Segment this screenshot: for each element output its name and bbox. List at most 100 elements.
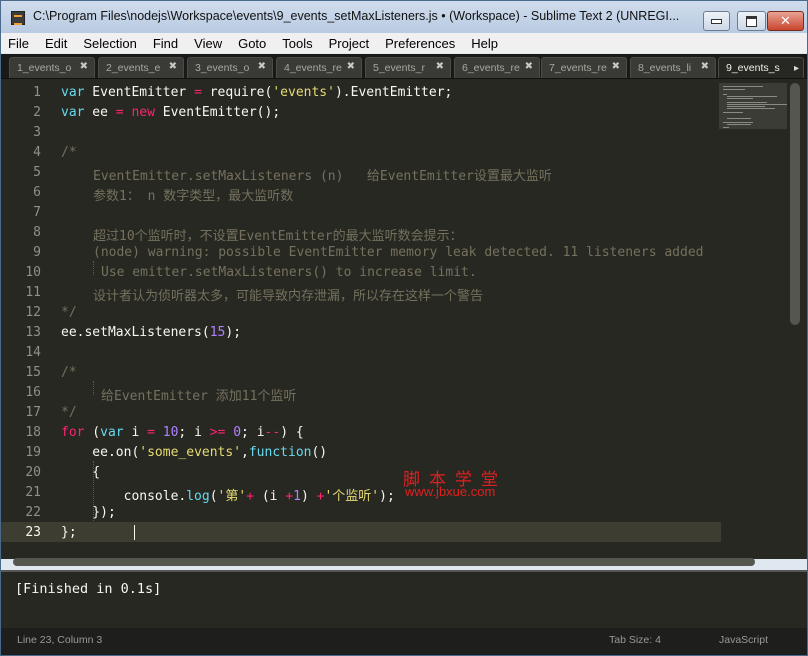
line-number: 10: [25, 265, 41, 280]
tab-size-selector[interactable]: Tab Size: 4: [609, 634, 661, 646]
line-number: 2: [33, 105, 41, 120]
line-number: 5: [33, 165, 41, 180]
line-number: 17: [25, 405, 41, 420]
horizontal-scrollbar[interactable]: [13, 558, 755, 566]
build-output-text: [Finished in 0.1s]: [15, 581, 162, 597]
tab-close-icon[interactable]: ✖: [347, 61, 355, 72]
minimap-line: [727, 102, 767, 103]
code-line-13: ee.setMaxListeners(15);: [61, 325, 242, 340]
line-number: 6: [33, 185, 41, 200]
line-number: 13: [25, 325, 41, 340]
comment-line-10: Use emitter.setMaxListeners() to increas…: [101, 265, 477, 280]
line-number: 8: [33, 225, 41, 240]
tab-4-events-re[interactable]: 4_events_re ✖: [276, 57, 362, 78]
minimap-line: [723, 86, 763, 87]
menu-help[interactable]: Help: [461, 36, 504, 51]
tab-close-icon[interactable]: ✖: [525, 61, 533, 72]
text-cursor: [134, 525, 135, 540]
line-number: 18: [25, 425, 41, 440]
menu-find[interactable]: Find: [143, 36, 184, 51]
menu-tools[interactable]: Tools: [272, 36, 318, 51]
tab-close-icon[interactable]: ✖: [436, 61, 444, 72]
tab-close-icon[interactable]: ✖: [701, 61, 709, 72]
tab-label: 6_events_re: [462, 62, 520, 74]
minimap-line: [723, 112, 743, 113]
menu-preferences[interactable]: Preferences: [375, 36, 461, 51]
code-line-19: ee.on('some_events',function(): [61, 445, 328, 460]
minimap-line: [727, 124, 751, 125]
comment-line-16: 给EventEmitter 添加11个监听: [101, 389, 297, 404]
menu-selection[interactable]: Selection: [73, 36, 142, 51]
code-line-12: */: [61, 305, 77, 320]
line-number: 1: [33, 85, 41, 100]
minimize-icon: [711, 18, 722, 24]
tab-close-icon[interactable]: ✖: [80, 61, 88, 72]
menu-edit[interactable]: Edit: [35, 36, 73, 51]
tab-label: 9_events_s: [726, 62, 780, 74]
close-button[interactable]: ✕: [767, 11, 804, 31]
minimap-line: [723, 122, 753, 123]
menu-view[interactable]: View: [184, 36, 228, 51]
tab-close-icon[interactable]: ✖: [169, 61, 177, 72]
tab-overflow-arrow-icon[interactable]: ▸: [794, 63, 799, 74]
line-number: 19: [25, 445, 41, 460]
tab-1-events-o[interactable]: 1_events_o ✖: [9, 57, 95, 78]
line-number: 7: [33, 205, 41, 220]
syntax-selector[interactable]: JavaScript: [719, 634, 768, 646]
tab-close-icon[interactable]: ✖: [258, 61, 266, 72]
minimap-line: [723, 89, 745, 90]
tab-close-icon[interactable]: ✖: [612, 61, 620, 72]
line-number: 21: [25, 485, 41, 500]
tab-6-events-re[interactable]: 6_events_re ✖: [454, 57, 540, 78]
code-line-22: });: [61, 505, 116, 520]
minimap-line: [727, 98, 753, 99]
minimize-button[interactable]: [703, 11, 730, 31]
tab-9-events-s-active[interactable]: 9_events_s ▸: [718, 57, 804, 78]
minimap-line: [727, 118, 751, 119]
maximize-button[interactable]: [737, 11, 766, 31]
indent-guide: [93, 381, 95, 395]
tab-label: 4_events_re: [284, 62, 342, 74]
status-bar: Line 23, Column 3 Tab Size: 4 JavaScript: [1, 628, 807, 655]
code-line-1: var EventEmitter = require('events').Eve…: [61, 85, 453, 100]
code-line-15: /*: [61, 365, 77, 380]
line-number: 16: [25, 385, 41, 400]
minimap[interactable]: [719, 83, 787, 129]
minimap-line: [727, 108, 775, 109]
menu-bar: File Edit Selection Find View Goto Tools…: [1, 33, 807, 53]
tab-5-events-r[interactable]: 5_events_r ✖: [365, 57, 451, 78]
code-editor[interactable]: 1 2 3 4 5 6 7 8 9 10 11 12 13 14 15 16 1…: [1, 79, 807, 566]
vertical-scrollbar[interactable]: [790, 83, 800, 325]
tab-2-events-e[interactable]: 2_events_e ✖: [98, 57, 184, 78]
minimap-line: [727, 96, 777, 97]
menu-project[interactable]: Project: [319, 36, 375, 51]
code-line-4: /*: [61, 145, 77, 160]
window-title: C:\Program Files\nodejs\Workspace\events…: [33, 9, 680, 23]
title-bar[interactable]: C:\Program Files\nodejs\Workspace\events…: [1, 1, 807, 33]
tab-label: 2_events_e: [106, 62, 161, 74]
tab-7-events-re[interactable]: 7_events_re ✖: [541, 57, 627, 78]
tab-3-events-o[interactable]: 3_events_o ✖: [187, 57, 273, 78]
indent-guide: [93, 261, 95, 275]
build-output-panel[interactable]: [Finished in 0.1s]: [1, 570, 807, 629]
code-area[interactable]: var EventEmitter = require('events').Eve…: [61, 79, 717, 549]
code-line-20: {: [61, 465, 101, 480]
sublime-app-icon[interactable]: [11, 11, 25, 25]
tab-label: 8_events_li: [638, 62, 692, 74]
comment-line-8: 超过10个监听时，不设置EventEmitter的最大监听数会提示：: [93, 229, 463, 244]
line-number: 4: [33, 145, 41, 160]
code-line-23: };: [61, 525, 77, 540]
menu-goto[interactable]: Goto: [228, 36, 272, 51]
line-number: 9: [33, 245, 41, 260]
comment-line-11: 设计者认为侦听器太多，可能导致内存泄漏，所以存在这样一个警告: [93, 289, 484, 304]
menu-file[interactable]: File: [1, 36, 35, 51]
minimap-line: [727, 104, 787, 105]
tab-8-events-li[interactable]: 8_events_li ✖: [630, 57, 716, 78]
comment-line-9: (node) warning: possible EventEmitter me…: [93, 245, 704, 260]
cursor-position: Line 23, Column 3: [17, 634, 103, 646]
line-number: 12: [25, 305, 41, 320]
minimap-line: [723, 127, 729, 128]
code-line-21: console.log('第'+ (i +1) +'个监听');: [61, 489, 395, 504]
tab-label: 1_events_o: [17, 62, 72, 74]
tab-label: 5_events_r: [373, 62, 425, 74]
